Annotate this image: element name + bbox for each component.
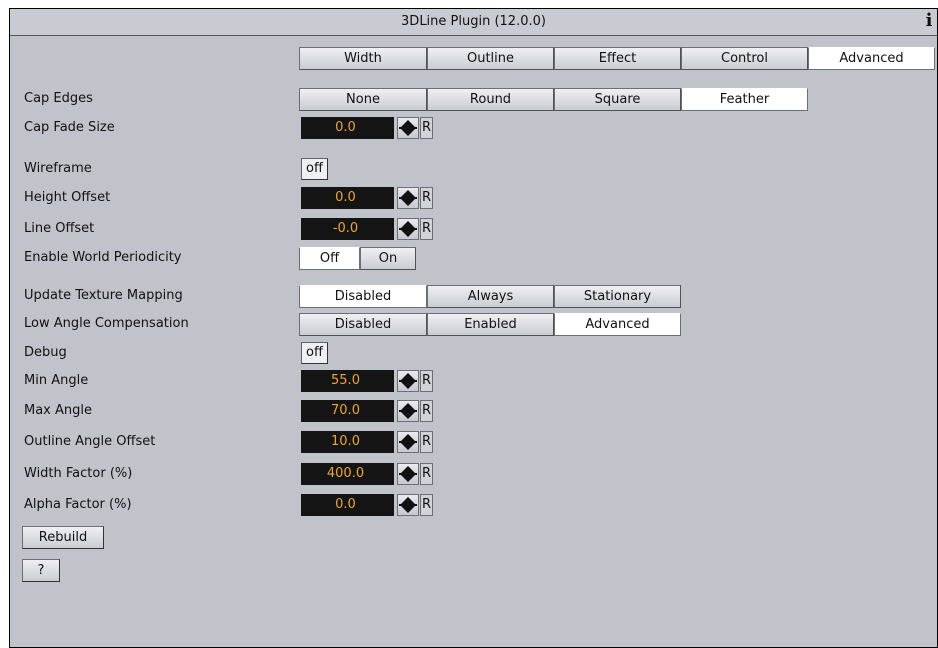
cap-edges-square[interactable]: Square xyxy=(554,88,681,111)
info-icon[interactable]: i xyxy=(921,11,937,31)
spinner-arrows-icon[interactable] xyxy=(397,431,419,453)
spinner-arrows-icon[interactable] xyxy=(397,463,419,485)
tab-advanced[interactable]: Advanced xyxy=(808,47,935,70)
spinner-arrows-icon[interactable] xyxy=(397,370,419,392)
line-offset-control: -0.0 R xyxy=(301,218,433,240)
cap-fade-size-value[interactable]: 0.0 xyxy=(301,117,394,139)
row-update-texture-mapping: Update Texture Mapping Disabled Always S… xyxy=(10,285,937,308)
row-line-offset: Line Offset -0.0 R xyxy=(10,218,937,240)
outline-angle-offset-label: Outline Angle Offset xyxy=(24,434,156,449)
width-factor-label: Width Factor (%) xyxy=(24,466,133,481)
outline-angle-offset-value[interactable]: 10.0 xyxy=(301,431,394,453)
spinner-arrows-icon[interactable] xyxy=(397,218,419,240)
spinner-arrows-icon[interactable] xyxy=(397,494,419,516)
max-angle-reset-button[interactable]: R xyxy=(420,400,433,422)
row-low-angle-compensation: Low Angle Compensation Disabled Enabled … xyxy=(10,313,937,336)
update-texture-mapping-options: Disabled Always Stationary xyxy=(299,285,681,308)
plugin-panel: 3DLine Plugin (12.0.0) i Width Outline E… xyxy=(9,8,938,648)
cap-edges-options: None Round Square Feather xyxy=(299,88,808,111)
cap-edges-none[interactable]: None xyxy=(299,88,427,111)
width-factor-control: 400.0 R xyxy=(301,463,433,485)
min-angle-control: 55.0 R xyxy=(301,370,433,392)
outline-angle-offset-reset-button[interactable]: R xyxy=(420,431,433,453)
min-angle-value[interactable]: 55.0 xyxy=(301,370,394,392)
alpha-factor-label: Alpha Factor (%) xyxy=(24,497,132,512)
low-angle-compensation-options: Disabled Enabled Advanced xyxy=(299,313,681,336)
height-offset-reset-button[interactable]: R xyxy=(420,187,433,209)
update-texture-mapping-disabled[interactable]: Disabled xyxy=(299,285,427,308)
cap-edges-label: Cap Edges xyxy=(24,91,93,106)
world-periodicity-on[interactable]: On xyxy=(360,247,416,270)
title-bar: 3DLine Plugin (12.0.0) i xyxy=(10,9,937,36)
max-angle-label: Max Angle xyxy=(24,403,93,418)
tab-effect[interactable]: Effect xyxy=(554,47,681,70)
max-angle-value[interactable]: 70.0 xyxy=(301,400,394,422)
min-angle-label: Min Angle xyxy=(24,373,89,388)
low-angle-compensation-enabled[interactable]: Enabled xyxy=(427,313,554,336)
height-offset-value[interactable]: 0.0 xyxy=(301,187,394,209)
world-periodicity-label: Enable World Periodicity xyxy=(24,250,182,265)
line-offset-label: Line Offset xyxy=(24,221,95,236)
update-texture-mapping-label: Update Texture Mapping xyxy=(24,288,183,303)
min-angle-reset-button[interactable]: R xyxy=(420,370,433,392)
update-texture-mapping-stationary[interactable]: Stationary xyxy=(554,285,681,308)
alpha-factor-value[interactable]: 0.0 xyxy=(301,494,394,516)
spinner-arrows-icon[interactable] xyxy=(397,187,419,209)
row-cap-edges: Cap Edges None Round Square Feather xyxy=(10,88,937,111)
world-periodicity-off[interactable]: Off xyxy=(299,247,360,270)
row-max-angle: Max Angle 70.0 R xyxy=(10,400,937,422)
alpha-factor-control: 0.0 R xyxy=(301,494,433,516)
row-min-angle: Min Angle 55.0 R xyxy=(10,370,937,392)
cap-edges-round[interactable]: Round xyxy=(427,88,554,111)
wireframe-label: Wireframe xyxy=(24,161,92,176)
tab-width[interactable]: Width xyxy=(299,47,427,70)
world-periodicity-options: Off On xyxy=(299,247,416,270)
low-angle-compensation-advanced[interactable]: Advanced xyxy=(554,313,681,336)
wireframe-toggle[interactable]: off xyxy=(301,158,328,180)
alpha-factor-reset-button[interactable]: R xyxy=(420,494,433,516)
debug-toggle[interactable]: off xyxy=(301,342,328,364)
width-factor-value[interactable]: 400.0 xyxy=(301,463,394,485)
row-world-periodicity: Enable World Periodicity Off On xyxy=(10,247,937,270)
height-offset-control: 0.0 R xyxy=(301,187,433,209)
row-cap-fade-size: Cap Fade Size 0.0 R xyxy=(10,117,937,139)
low-angle-compensation-disabled[interactable]: Disabled xyxy=(299,313,427,336)
row-height-offset: Height Offset 0.0 R xyxy=(10,187,937,209)
help-button[interactable]: ? xyxy=(22,559,60,582)
height-offset-label: Height Offset xyxy=(24,190,111,205)
cap-fade-size-reset-button[interactable]: R xyxy=(420,117,433,139)
spinner-arrows-icon[interactable] xyxy=(397,117,419,139)
rebuild-button[interactable]: Rebuild xyxy=(22,526,104,549)
spinner-arrows-icon[interactable] xyxy=(397,400,419,422)
cap-fade-size-label: Cap Fade Size xyxy=(24,120,115,135)
tab-bar: Width Outline Effect Control Advanced xyxy=(299,47,935,70)
debug-label: Debug xyxy=(24,345,67,360)
row-alpha-factor: Alpha Factor (%) 0.0 R xyxy=(10,494,937,516)
row-debug: Debug off xyxy=(10,342,937,364)
line-offset-value[interactable]: -0.0 xyxy=(301,218,394,240)
width-factor-reset-button[interactable]: R xyxy=(420,463,433,485)
line-offset-reset-button[interactable]: R xyxy=(420,218,433,240)
tab-outline[interactable]: Outline xyxy=(427,47,554,70)
max-angle-control: 70.0 R xyxy=(301,400,433,422)
tab-control[interactable]: Control xyxy=(681,47,808,70)
outline-angle-offset-control: 10.0 R xyxy=(301,431,433,453)
row-outline-angle-offset: Outline Angle Offset 10.0 R xyxy=(10,431,937,453)
cap-edges-feather[interactable]: Feather xyxy=(681,88,808,111)
window-title: 3DLine Plugin (12.0.0) xyxy=(401,14,546,29)
cap-fade-size-control: 0.0 R xyxy=(301,117,433,139)
low-angle-compensation-label: Low Angle Compensation xyxy=(24,316,189,331)
row-width-factor: Width Factor (%) 400.0 R xyxy=(10,463,937,485)
row-wireframe: Wireframe off xyxy=(10,158,937,180)
update-texture-mapping-always[interactable]: Always xyxy=(427,285,554,308)
